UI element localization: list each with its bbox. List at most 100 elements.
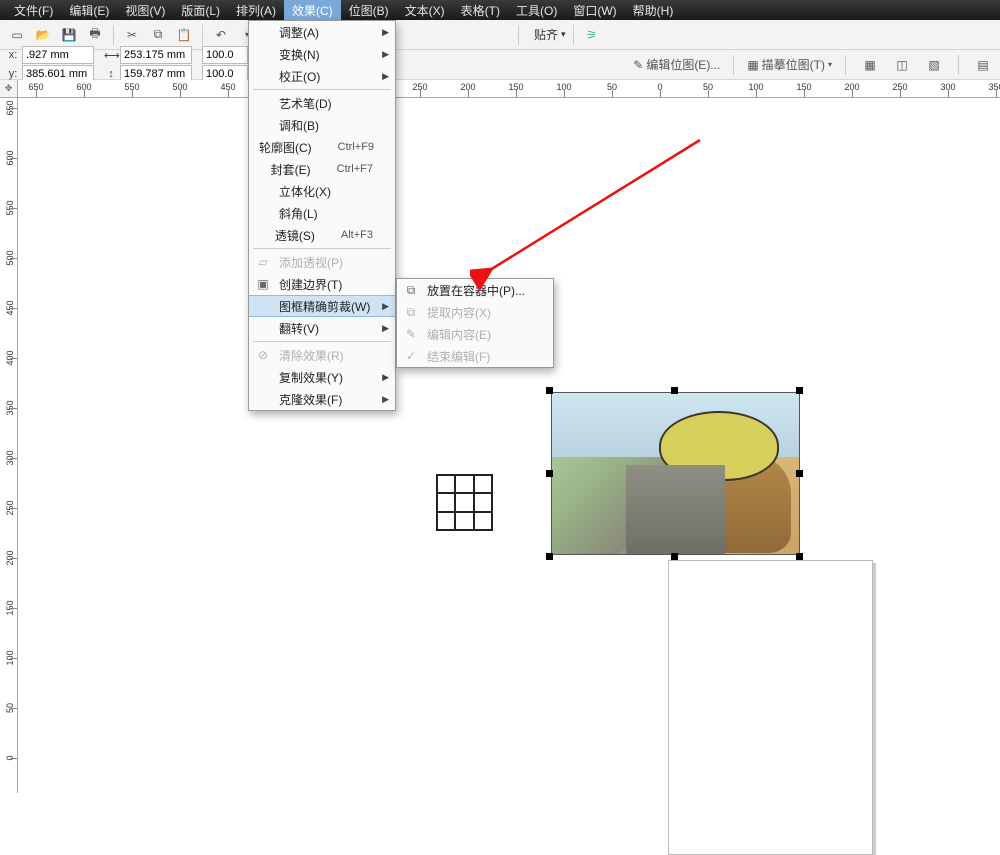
selection-center-icon: × — [671, 466, 679, 482]
submenu-arrow-icon: ▶ — [382, 394, 389, 405]
menu-item-shortcut: Ctrl+F9 — [338, 141, 374, 153]
menu-layout[interactable]: 版面(L) — [173, 0, 228, 21]
trace-bitmap-button[interactable]: ▦ 描摹位图(T) ▾ — [747, 56, 832, 73]
snap-dropdown[interactable]: 贴齐 ▾ — [534, 26, 566, 43]
copy-icon[interactable]: ⧉ — [147, 24, 169, 46]
submenu-arrow-icon: ▶ — [382, 71, 389, 82]
menu-item[interactable]: 校正(O) ▶ — [249, 65, 395, 87]
new-icon[interactable]: ▭ — [6, 24, 28, 46]
selection-handle[interactable] — [546, 470, 553, 477]
page-rectangle — [668, 560, 873, 855]
y-label: y: — [6, 68, 20, 80]
menu-item[interactable]: ▣创建边界(T) — [249, 273, 395, 295]
menu-item[interactable]: 复制效果(Y)▶ — [249, 366, 395, 388]
menu-item-label: 提取内容(X) — [427, 304, 531, 321]
menu-item-label: 克隆效果(F) — [279, 391, 373, 408]
cut-icon[interactable]: ✂ — [121, 24, 143, 46]
separator — [958, 55, 959, 75]
height-icon: ↕ — [104, 68, 118, 80]
resample-icon[interactable]: ▦ — [859, 54, 881, 76]
menu-effects[interactable]: 效果(C) — [284, 0, 341, 21]
vertical-ruler[interactable]: 650600550500450400350300250200150100500 — [0, 98, 18, 793]
options-icon[interactable]: ⚞ — [581, 24, 603, 46]
x-position-input[interactable] — [22, 46, 94, 64]
separator — [845, 55, 846, 75]
crop-icon[interactable]: ◫ — [891, 54, 913, 76]
menu-item-label: 校正(O) — [279, 68, 373, 85]
save-icon[interactable]: 💾 — [58, 24, 80, 46]
menu-item-icon: ✓ — [401, 349, 421, 363]
menu-item[interactable]: 克隆效果(F) ▶ — [249, 388, 395, 410]
menu-item[interactable]: 透镜(S)Alt+F3 — [249, 224, 395, 246]
separator — [733, 55, 734, 75]
submenu-arrow-icon: ▶ — [382, 323, 389, 334]
menu-view[interactable]: 视图(V) — [117, 0, 173, 21]
menu-bitmap[interactable]: 位图(B) — [341, 0, 397, 21]
menu-window[interactable]: 窗口(W) — [565, 0, 624, 21]
horizontal-ruler[interactable]: 6506005505004504003503002502001501005005… — [18, 80, 1000, 98]
open-icon[interactable]: 📂 — [32, 24, 54, 46]
menu-item-icon: ⧉ — [401, 283, 421, 298]
edit-bitmap-icon: ✎ — [633, 58, 643, 72]
menu-item[interactable]: 立体化(X) — [249, 180, 395, 202]
submenu-arrow-icon: ▶ — [382, 27, 389, 38]
menu-item[interactable]: 斜角(L) — [249, 202, 395, 224]
powerclip-submenu: ⧉放置在容器中(P)...⧉提取内容(X)✎编辑内容(E)✓结束编辑(F) — [396, 278, 554, 368]
menu-item[interactable]: 调整(A)▶ — [249, 21, 395, 43]
menu-text[interactable]: 文本(X) — [397, 0, 453, 21]
menu-item: ✓结束编辑(F) — [397, 345, 553, 367]
menu-help[interactable]: 帮助(H) — [625, 0, 682, 21]
menu-bar: 文件(F) 编辑(E) 视图(V) 版面(L) 排列(A) 效果(C) 位图(B… — [0, 0, 1000, 20]
menu-item-icon: ▣ — [253, 277, 273, 291]
dropdown-arrow-icon: ▾ — [828, 60, 832, 69]
menu-item[interactable]: 翻转(V)▶ — [249, 317, 395, 339]
menu-item[interactable]: 图框精确剪裁(W)▶ — [249, 295, 395, 317]
menu-item[interactable]: 轮廓图(C) Ctrl+F9 — [249, 136, 395, 158]
bitmap-mode-icon[interactable]: ▧ — [923, 54, 945, 76]
menu-item[interactable]: 封套(E) Ctrl+F7 — [249, 158, 395, 180]
menu-item[interactable]: 调和(B) — [249, 114, 395, 136]
selection-handle[interactable] — [796, 553, 803, 560]
wrap-text-icon[interactable]: ▤ — [972, 54, 994, 76]
selection-handle[interactable] — [796, 387, 803, 394]
annotation-arrow — [470, 130, 720, 290]
submenu-arrow-icon: ▶ — [382, 49, 389, 60]
menu-item-icon: ⧉ — [401, 305, 421, 320]
grid-object[interactable] — [436, 474, 493, 531]
width-icon: ⟷ — [104, 49, 118, 62]
snap-arrow-icon: ▾ — [561, 29, 566, 40]
menu-arrange[interactable]: 排列(A) — [228, 0, 284, 21]
menu-edit[interactable]: 编辑(E) — [61, 0, 117, 21]
menu-item: ▱添加透视(P) — [249, 251, 395, 273]
menu-item-label: 复制效果(Y) — [279, 369, 373, 386]
menu-item-icon: ✎ — [401, 327, 421, 341]
ruler-origin[interactable]: ✥ — [0, 80, 18, 98]
scale-x-input[interactable] — [202, 46, 248, 64]
selection-handle[interactable] — [546, 387, 553, 394]
print-icon[interactable]: 🖶 — [84, 24, 106, 46]
paste-icon[interactable]: 📋 — [173, 24, 195, 46]
selected-bitmap[interactable]: × — [551, 392, 800, 555]
menu-item-shortcut: Alt+F3 — [341, 229, 373, 241]
separator — [573, 25, 574, 45]
menu-file[interactable]: 文件(F) — [6, 0, 61, 21]
menu-item-label: 封套(E) — [271, 161, 311, 178]
menu-item-shortcut: Ctrl+F7 — [337, 163, 373, 175]
width-input[interactable] — [120, 46, 192, 64]
edit-bitmap-button[interactable]: ✎ 编辑位图(E)... — [633, 56, 720, 73]
menu-item[interactable]: 变换(N)▶ — [249, 43, 395, 65]
menu-item-label: 图框精确剪裁(W) — [279, 298, 373, 315]
snap-label: 贴齐 — [534, 26, 558, 43]
menu-item: ⧉ 提取内容(X) — [397, 301, 553, 323]
undo-icon[interactable]: ↶ — [210, 24, 232, 46]
selection-handle[interactable] — [796, 470, 803, 477]
separator — [113, 25, 114, 45]
menu-item-label: 轮廓图(C) — [259, 139, 312, 156]
selection-handle[interactable] — [671, 387, 678, 394]
selection-handle[interactable] — [546, 553, 553, 560]
selection-handle[interactable] — [671, 553, 678, 560]
menu-item-label: 清除效果(R) — [279, 347, 373, 364]
menu-item[interactable]: 艺术笔(D) — [249, 92, 395, 114]
menu-table[interactable]: 表格(T) — [453, 0, 508, 21]
menu-tools[interactable]: 工具(O) — [508, 0, 565, 21]
